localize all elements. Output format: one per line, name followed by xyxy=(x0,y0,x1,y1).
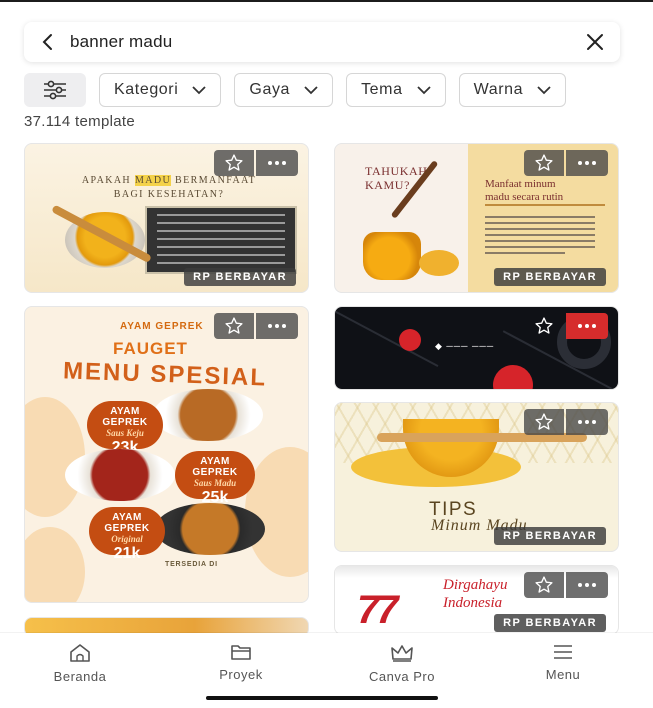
paid-badge: RP BERBAYAR xyxy=(494,268,606,286)
nav-menu[interactable]: Menu xyxy=(503,643,623,682)
paid-badge: RP BERBAYAR xyxy=(494,527,606,545)
star-icon xyxy=(535,317,553,334)
more-icon xyxy=(578,583,596,587)
food-image xyxy=(153,389,263,441)
filter-row: Kategori Gaya Tema Warna xyxy=(24,73,653,109)
more-icon xyxy=(578,420,596,424)
favorite-button[interactable] xyxy=(214,313,254,339)
more-options-button[interactable] xyxy=(256,150,298,176)
more-options-button[interactable] xyxy=(566,150,608,176)
sliders-icon xyxy=(44,80,66,100)
template-text: APAKAH MADU BERMANFAAT BAGI KESEHATAN? xyxy=(81,175,257,200)
star-icon xyxy=(535,154,553,171)
more-icon xyxy=(578,324,596,328)
template-headline: MENU SPESIAL xyxy=(62,357,268,392)
template-script: Dirgahayu Indonesia xyxy=(443,577,508,611)
favorite-button[interactable] xyxy=(524,409,564,435)
close-icon xyxy=(587,34,603,50)
star-icon xyxy=(225,317,243,334)
filter-gaya[interactable]: Gaya xyxy=(234,73,334,107)
honey-jar-image xyxy=(363,232,421,280)
more-options-button[interactable] xyxy=(256,313,298,339)
paid-badge: RP BERBAYAR xyxy=(494,614,606,632)
template-card-tips-minum-madu[interactable]: TIPS Minum Madu RP BERBAYAR xyxy=(334,402,619,552)
chevron-down-icon xyxy=(537,85,551,95)
chevron-left-icon xyxy=(42,34,52,50)
chevron-down-icon xyxy=(304,85,318,95)
food-image xyxy=(155,503,265,555)
result-count: 37.114 template xyxy=(24,113,135,130)
more-icon xyxy=(578,161,596,165)
more-icon xyxy=(268,324,286,328)
more-options-button[interactable] xyxy=(566,409,608,435)
template-card-menu-spesial[interactable]: AYAM GEPREK FAUGET MENU SPESIAL AYAM GEP… xyxy=(24,306,309,603)
honeycomb-image xyxy=(419,250,459,276)
template-logo: ◆ ─── ─── xyxy=(435,341,495,351)
search-bar[interactable]: banner madu xyxy=(24,22,620,62)
more-options-button[interactable] xyxy=(566,572,608,598)
menu-item: AYAM GEPREK Saus Keju 23k xyxy=(87,401,163,456)
nav-proyek[interactable]: Proyek xyxy=(181,643,301,682)
favorite-button[interactable] xyxy=(214,150,254,176)
template-card-dark-banner[interactable]: ◆ ─── ─── xyxy=(334,306,619,390)
nav-canva-pro[interactable]: Canva Pro xyxy=(342,643,462,684)
paid-badge: RP BERBAYAR xyxy=(184,268,296,286)
filter-settings-button[interactable] xyxy=(24,73,86,107)
food-image xyxy=(65,449,175,501)
top-divider xyxy=(0,0,653,2)
filter-warna[interactable]: Warna xyxy=(458,73,567,107)
home-indicator xyxy=(206,696,438,700)
back-button[interactable] xyxy=(24,22,70,62)
menu-item: AYAM GEPREK Original 21k xyxy=(89,507,165,562)
menu-icon xyxy=(554,645,572,659)
template-text: Manfaat minum madu secara rutin xyxy=(485,178,564,203)
clear-search-button[interactable] xyxy=(570,22,620,62)
template-text-box xyxy=(145,206,297,274)
filter-kategori[interactable]: Kategori xyxy=(99,73,222,107)
crown-icon xyxy=(391,645,413,662)
favorite-button[interactable] xyxy=(524,150,564,176)
chevron-down-icon xyxy=(192,85,207,95)
home-icon xyxy=(70,644,90,662)
menu-item: AYAM GEPREK Saus Madu 25k xyxy=(175,451,255,506)
favorite-button[interactable] xyxy=(524,572,564,598)
search-input[interactable]: banner madu xyxy=(70,32,570,52)
template-card-dirgahayu[interactable]: 77 Dirgahayu Indonesia RP BERBAYAR xyxy=(334,565,619,635)
more-icon xyxy=(268,161,286,165)
template-card-honey-health[interactable]: APAKAH MADU BERMANFAAT BAGI KESEHATAN? R… xyxy=(24,143,309,293)
more-options-button[interactable] xyxy=(566,313,608,339)
template-number: 77 xyxy=(357,588,398,632)
favorite-button[interactable] xyxy=(524,313,564,339)
star-icon xyxy=(225,154,243,171)
star-icon xyxy=(535,576,553,593)
filter-tema[interactable]: Tema xyxy=(346,73,446,107)
folder-icon xyxy=(231,645,251,660)
template-card-tahukah-kamu[interactable]: TAHUKAH KAMU? Manfaat minum madu secara ru… xyxy=(334,143,619,293)
chevron-down-icon xyxy=(416,85,431,95)
nav-beranda[interactable]: Beranda xyxy=(20,643,140,684)
star-icon xyxy=(535,413,553,430)
